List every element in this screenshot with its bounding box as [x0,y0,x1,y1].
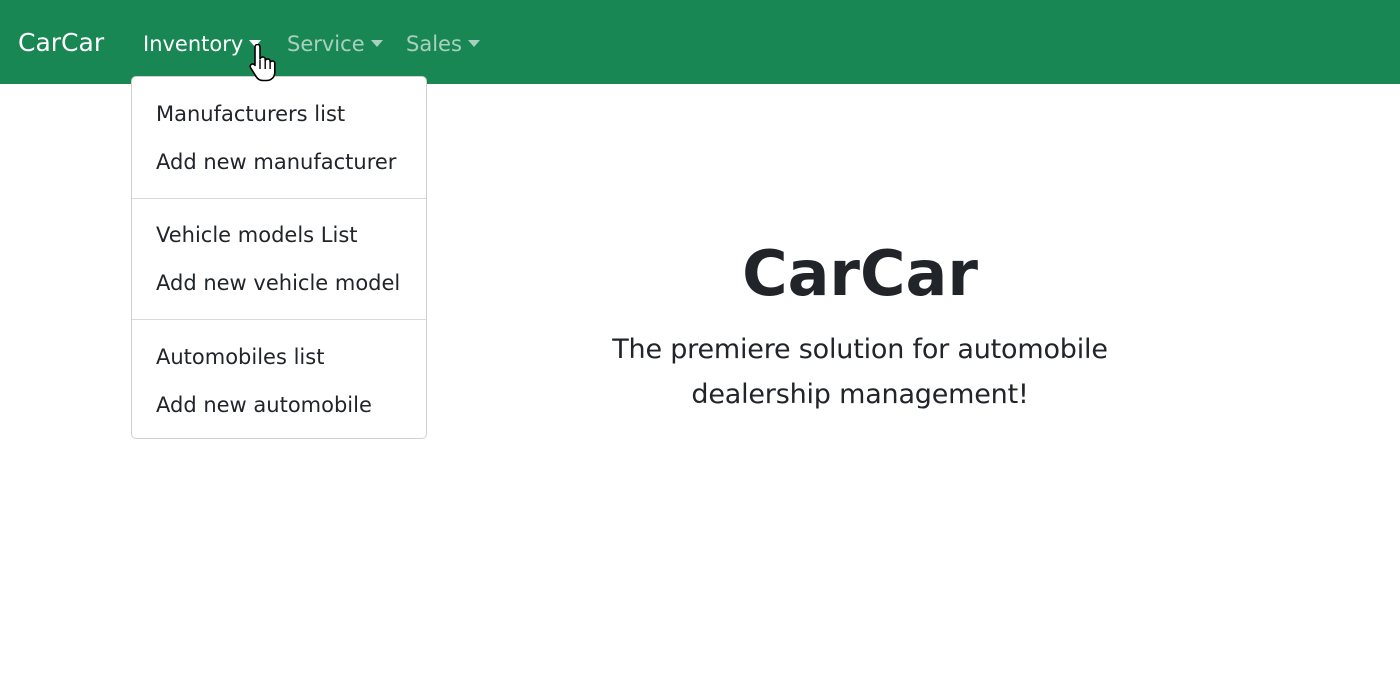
dropdown-divider [132,319,426,320]
hero-title: CarCar [742,237,978,310]
caret-down-icon [467,40,480,47]
nav-dropdown-sales[interactable]: Sales [406,29,480,59]
dropdown-item-vehicle-models-list[interactable]: Vehicle models List [156,220,358,250]
hero-lead: The premiere solution for automobile dea… [612,334,1108,410]
brand-link[interactable]: CarCar [18,26,104,60]
nav-dropdown-service[interactable]: Service [287,29,383,59]
caret-down-icon [249,40,262,47]
dropdown-item-manufacturers-list[interactable]: Manufacturers list [156,99,345,129]
dropdown-item-add-automobile[interactable]: Add new automobile [156,390,372,420]
inventory-dropdown-menu: Manufacturers list Add new manufacturer … [131,76,427,439]
dropdown-divider [132,198,426,199]
dropdown-item-automobiles-list[interactable]: Automobiles list [156,342,324,372]
navbar: CarCar Inventory Service Sales [0,0,1400,84]
nav-inventory-label: Inventory [143,32,244,56]
dropdown-item-add-manufacturer[interactable]: Add new manufacturer [156,147,396,177]
nav-dropdown-inventory[interactable]: Inventory [143,29,262,59]
dropdown-item-add-vehicle-model[interactable]: Add new vehicle model [156,268,400,298]
nav-sales-label: Sales [406,32,462,56]
caret-down-icon [370,40,383,47]
nav-service-label: Service [287,32,365,56]
